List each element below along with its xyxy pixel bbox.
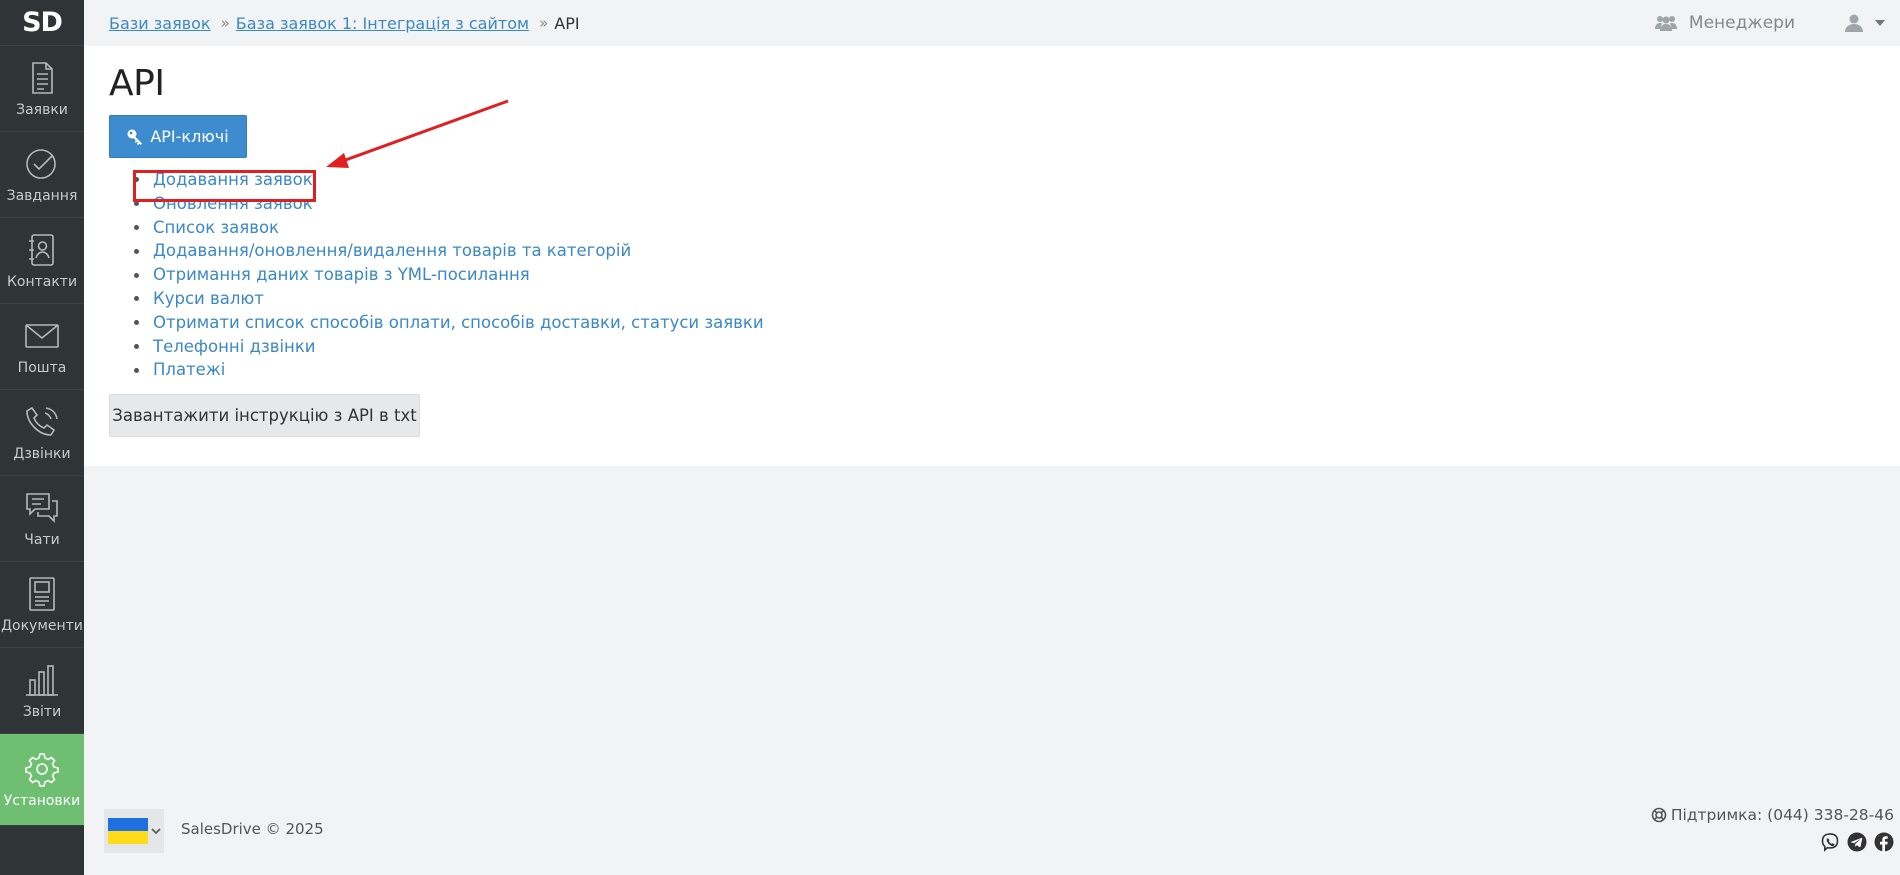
language-selector[interactable] bbox=[104, 809, 164, 853]
documents-icon bbox=[29, 576, 55, 611]
bullet bbox=[134, 367, 139, 373]
sidebar-item-mail[interactable]: Пошта bbox=[0, 304, 84, 390]
bar-chart-icon bbox=[26, 664, 58, 696]
link-phone-calls[interactable]: Телефонні дзвінки bbox=[153, 335, 316, 359]
list-item: Додавання/оновлення/видалення товарів та… bbox=[134, 239, 1900, 263]
ukraine-flag-icon bbox=[108, 818, 148, 844]
bullet bbox=[134, 201, 139, 207]
sidebar-item-label: Установки bbox=[3, 792, 81, 809]
chat-icon bbox=[26, 492, 58, 523]
sidebar-item-label: Чати bbox=[24, 531, 60, 548]
link-orders-list[interactable]: Список заявок bbox=[153, 216, 279, 240]
facebook-icon[interactable] bbox=[1874, 832, 1894, 852]
sidebar-item-documents[interactable]: Документи bbox=[0, 562, 84, 648]
breadcrumb: Бази заявок » База заявок 1: Інтеграція … bbox=[109, 14, 580, 33]
list-item: Телефонні дзвінки bbox=[134, 335, 1900, 359]
key-icon bbox=[127, 129, 143, 145]
breadcrumb-item-orders-base-1[interactable]: База заявок 1: Інтеграція з сайтом bbox=[236, 14, 529, 33]
telegram-icon[interactable] bbox=[1847, 832, 1867, 852]
app-logo[interactable]: SD bbox=[0, 0, 84, 46]
bullet bbox=[134, 248, 139, 254]
breadcrumb-separator: » bbox=[220, 14, 230, 32]
managers-button[interactable]: Менеджери bbox=[1654, 13, 1795, 33]
link-products-categories[interactable]: Додавання/оновлення/видалення товарів та… bbox=[153, 239, 631, 263]
page-title: API bbox=[109, 63, 165, 104]
user-icon bbox=[1845, 14, 1863, 32]
support-label: Підтримка: (044) 338-28-46 bbox=[1670, 806, 1894, 824]
top-bar: Бази заявок » База заявок 1: Інтеграція … bbox=[84, 0, 1900, 46]
link-payments[interactable]: Платежі bbox=[153, 358, 225, 382]
bullet bbox=[134, 320, 139, 326]
sidebar-item-orders[interactable]: Заявки bbox=[0, 46, 84, 132]
sidebar-item-reports[interactable]: Звіти bbox=[0, 648, 84, 734]
sidebar: SD Заявки Завдання Контакти Пошта Дзвінк… bbox=[0, 0, 84, 875]
bullet bbox=[134, 296, 139, 302]
viber-icon[interactable] bbox=[1820, 832, 1840, 852]
sidebar-item-label: Заявки bbox=[16, 101, 68, 118]
api-keys-button[interactable]: API-ключі bbox=[109, 115, 247, 158]
link-yml-products[interactable]: Отримання даних товарів з YML-посилання bbox=[153, 263, 530, 287]
list-item: Платежі bbox=[134, 358, 1900, 382]
list-item: Отримання даних товарів з YML-посилання bbox=[134, 263, 1900, 287]
link-update-orders[interactable]: Оновлення заявок bbox=[153, 192, 313, 216]
sidebar-item-calls[interactable]: Дзвінки bbox=[0, 390, 84, 476]
bullet bbox=[134, 224, 139, 230]
sidebar-item-label: Завдання bbox=[6, 187, 78, 204]
sidebar-item-label: Документи bbox=[1, 617, 83, 634]
api-sections-list: Додавання заявок Оновлення заявок Список… bbox=[109, 168, 1900, 382]
sidebar-item-chats[interactable]: Чати bbox=[0, 476, 84, 562]
document-icon bbox=[32, 61, 53, 94]
sidebar-item-settings[interactable]: Установки bbox=[0, 734, 84, 826]
sidebar-item-label: Контакти bbox=[6, 273, 78, 290]
chevron-down-icon bbox=[1875, 20, 1885, 26]
sidebar-item-contacts[interactable]: Контакти bbox=[0, 218, 84, 304]
list-item: Курси валют bbox=[134, 287, 1900, 311]
list-item: Додавання заявок bbox=[134, 168, 1900, 192]
header-actions: Менеджери bbox=[1654, 0, 1885, 46]
breadcrumb-item-orders-bases[interactable]: Бази заявок bbox=[109, 14, 211, 33]
main-panel: API API-ключі Додавання заявок Оновлення… bbox=[84, 46, 1900, 466]
copyright: SalesDrive © 2025 bbox=[181, 820, 324, 838]
bullet bbox=[134, 343, 139, 349]
user-menu[interactable] bbox=[1845, 14, 1885, 32]
api-keys-label: API-ключі bbox=[150, 127, 229, 146]
link-currency-rates[interactable]: Курси валют bbox=[153, 287, 264, 311]
chevron-down-icon bbox=[151, 828, 161, 835]
sidebar-item-label: Звіти bbox=[22, 703, 62, 720]
link-add-orders[interactable]: Додавання заявок bbox=[153, 168, 313, 192]
contacts-icon bbox=[29, 233, 54, 266]
link-payment-delivery-statuses[interactable]: Отримати список способів оплати, способі… bbox=[153, 311, 764, 335]
sidebar-item-tasks[interactable]: Завдання bbox=[0, 132, 84, 218]
download-api-instructions-button[interactable]: Завантажити інструкцію з API в txt bbox=[109, 394, 420, 438]
list-item: Оновлення заявок bbox=[134, 192, 1900, 216]
mail-icon bbox=[25, 323, 59, 348]
list-item: Отримати список способів оплати, способі… bbox=[134, 311, 1900, 335]
sidebar-item-label: Пошта bbox=[17, 359, 67, 376]
gear-icon bbox=[25, 752, 59, 787]
managers-label: Менеджери bbox=[1688, 13, 1795, 33]
bullet bbox=[134, 177, 139, 183]
users-icon bbox=[1654, 16, 1677, 31]
list-item: Список заявок bbox=[134, 216, 1900, 240]
breadcrumb-separator: » bbox=[539, 14, 549, 32]
lifebuoy-icon bbox=[1651, 807, 1667, 823]
social-links bbox=[1813, 832, 1894, 852]
support-phone[interactable]: Підтримка: (044) 338-28-46 bbox=[1651, 806, 1894, 824]
sidebar-item-label: Дзвінки bbox=[13, 445, 71, 462]
phone-icon bbox=[26, 406, 58, 436]
check-circle-icon bbox=[26, 148, 56, 179]
bullet bbox=[134, 272, 139, 278]
breadcrumb-current: API bbox=[554, 13, 580, 33]
